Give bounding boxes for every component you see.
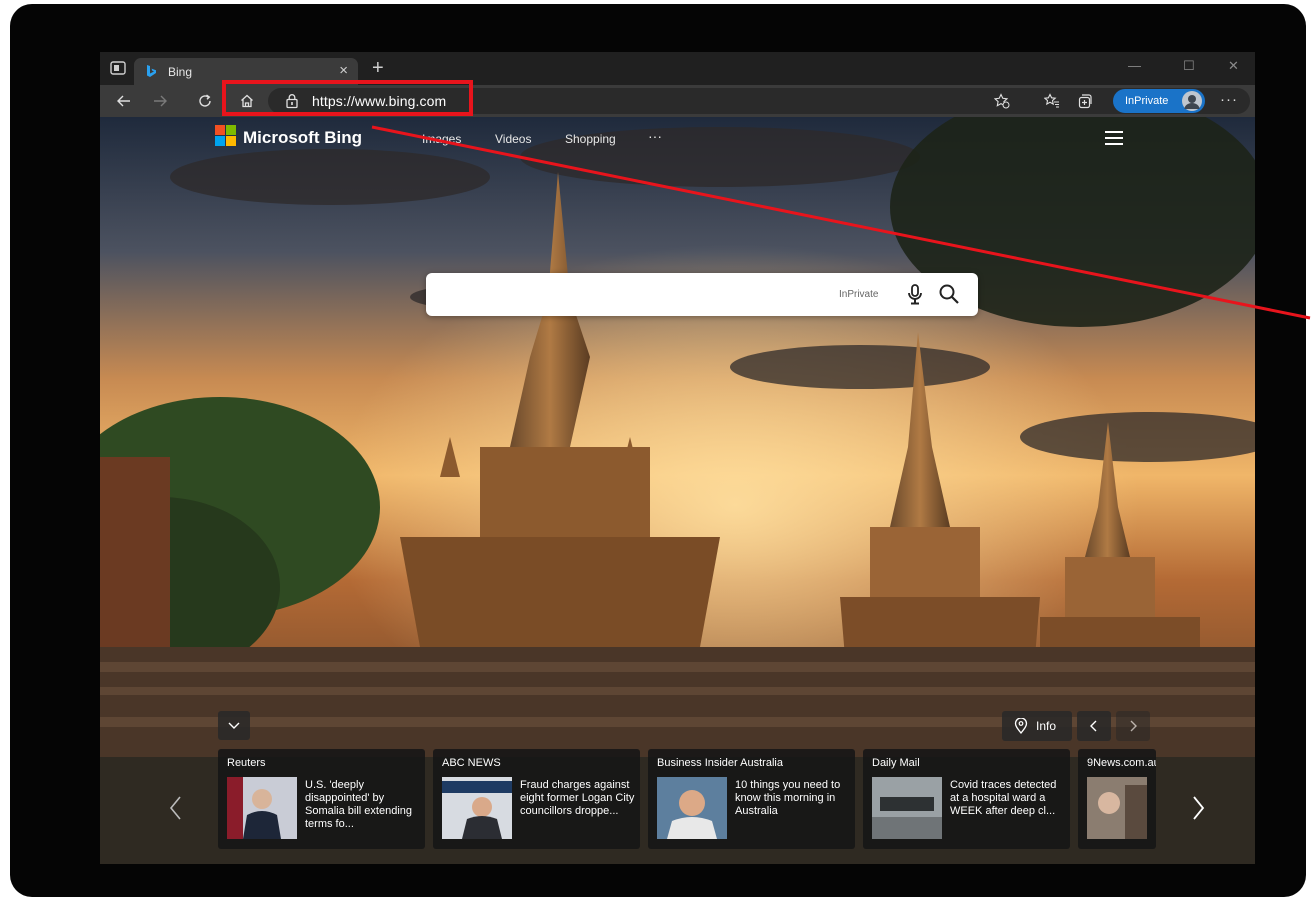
bing-logo-text[interactable]: Microsoft Bing (243, 128, 362, 148)
news-thumbnail (227, 777, 297, 839)
nav-images[interactable]: Images (422, 132, 461, 146)
location-pin-icon (1014, 718, 1028, 734)
minimize-button[interactable]: — (1128, 58, 1141, 73)
chevron-down-icon (228, 722, 240, 729)
image-info-button[interactable]: Info (1002, 711, 1072, 741)
news-source: Daily Mail (872, 757, 920, 769)
chevron-left-icon (1090, 720, 1097, 732)
news-source: ABC NEWS (442, 757, 501, 769)
search-inprivate-label: InPrivate (839, 289, 879, 300)
tab-actions-icon[interactable] (110, 61, 126, 75)
nav-more[interactable]: ··· (648, 128, 662, 144)
microsoft-logo-icon[interactable] (215, 125, 237, 147)
news-card[interactable]: ABC NEWS Fraud charges against eight for… (433, 749, 640, 849)
search-box[interactable]: InPrivate (426, 273, 978, 316)
settings-more-button[interactable]: ··· (1220, 91, 1238, 108)
news-card[interactable]: Daily Mail Covid traces detected at a ho… (863, 749, 1070, 849)
collections-icon[interactable] (1077, 93, 1093, 109)
avatar (1182, 91, 1202, 111)
favorites-icon[interactable] (1044, 93, 1060, 109)
inprivate-button[interactable]: InPrivate (1113, 89, 1205, 113)
chevron-right-icon (1130, 720, 1137, 732)
hamburger-menu-icon[interactable] (1105, 131, 1123, 145)
nav-videos[interactable]: Videos (495, 132, 531, 146)
refresh-icon[interactable] (197, 93, 213, 109)
collapse-feed-button[interactable] (218, 711, 250, 740)
search-icon[interactable] (938, 283, 960, 305)
close-window-button[interactable]: ✕ (1228, 58, 1239, 74)
bing-homepage: Microsoft Bing Images Videos Shopping ··… (100, 117, 1255, 864)
forward-icon[interactable] (152, 93, 168, 109)
nav-shopping[interactable]: Shopping (565, 132, 616, 146)
news-card[interactable]: 9News.com.au (1078, 749, 1156, 849)
close-tab-button[interactable]: × (339, 62, 348, 79)
carousel-next-icon[interactable] (1188, 793, 1208, 823)
news-thumbnail (442, 777, 512, 839)
maximize-button[interactable]: ☐ (1183, 58, 1195, 74)
news-source: Business Insider Australia (657, 757, 783, 769)
info-label: Info (1036, 719, 1057, 733)
profile-avatar-icon (1184, 95, 1200, 109)
microphone-icon[interactable] (906, 284, 924, 306)
next-image-button[interactable] (1116, 711, 1150, 741)
news-thumbnail (657, 777, 727, 839)
tab-title: Bing (168, 65, 193, 79)
add-favorite-icon[interactable] (994, 93, 1010, 109)
news-source: 9News.com.au (1087, 757, 1156, 769)
news-headline: Fraud charges against eight former Logan… (520, 779, 635, 817)
address-bar-highlight (222, 80, 473, 116)
news-headline: 10 things you need to know this morning … (735, 779, 841, 817)
tablet-device-frame: Bing × + — ☐ ✕ https://www.bing.com InPr… (10, 4, 1306, 897)
bing-favicon (147, 65, 156, 77)
browser-window: Bing × + — ☐ ✕ https://www.bing.com InPr… (100, 52, 1255, 864)
news-thumbnail (872, 777, 942, 839)
news-card[interactable]: Business Insider Australia 10 things you… (648, 749, 855, 849)
news-source: Reuters (227, 757, 266, 769)
news-thumbnail (1087, 777, 1147, 839)
news-headline: Covid traces detected at a hospital ward… (950, 779, 1057, 817)
news-card[interactable]: Reuters U.S. 'deeply disappointed' by So… (218, 749, 425, 849)
back-icon[interactable] (116, 93, 132, 109)
new-tab-button[interactable]: + (372, 58, 384, 78)
news-headline: U.S. 'deeply disappointed' by Somalia bi… (305, 779, 413, 830)
carousel-prev-icon[interactable] (166, 793, 186, 823)
inprivate-label: InPrivate (1125, 95, 1169, 107)
previous-image-button[interactable] (1077, 711, 1111, 741)
